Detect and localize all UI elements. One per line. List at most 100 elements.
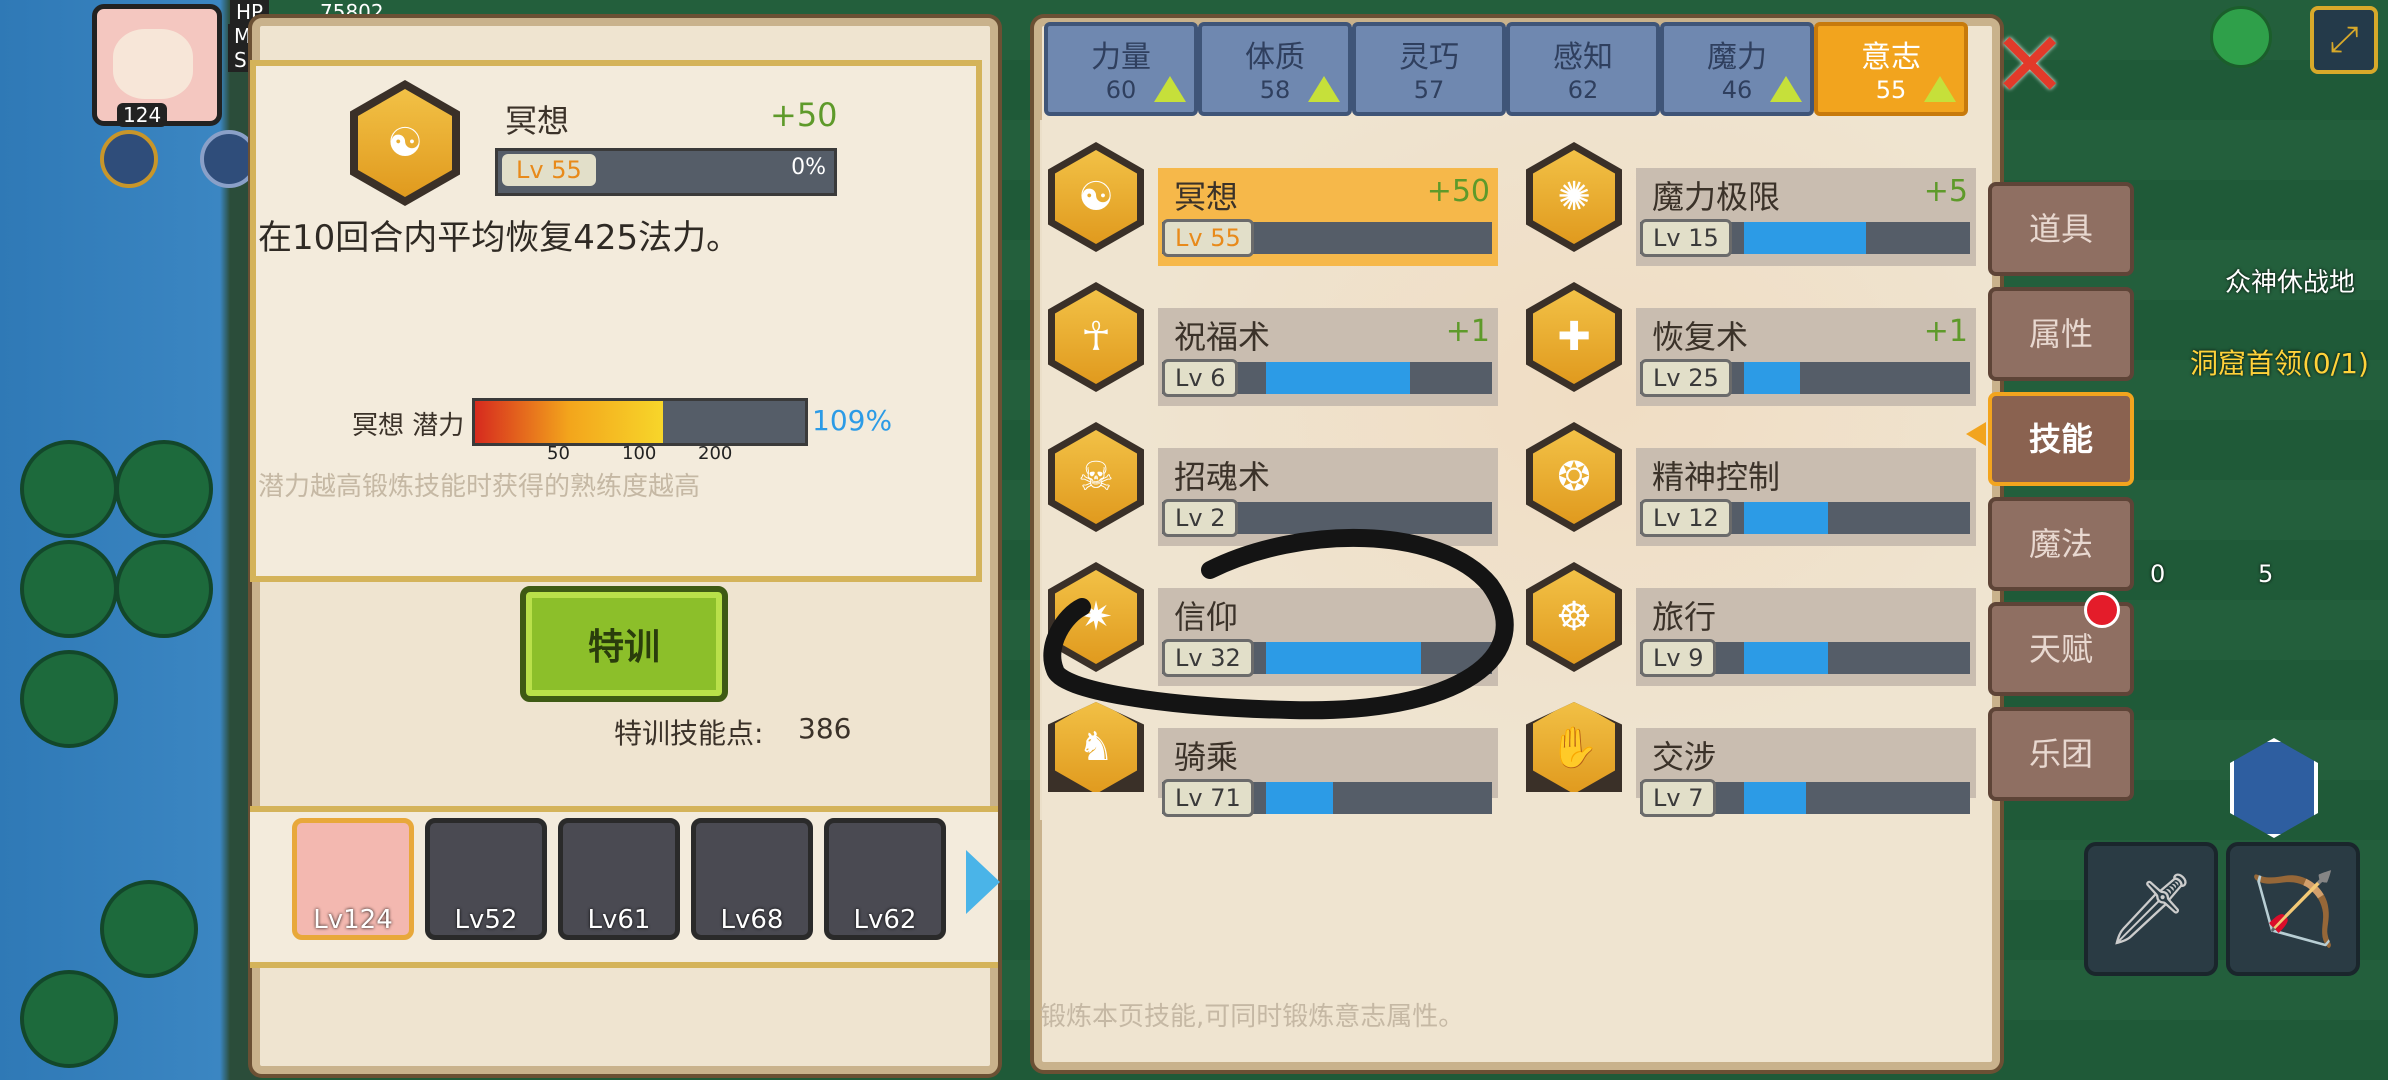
train-points-value: 386	[798, 712, 852, 745]
bow-icon[interactable]: 🏹	[2226, 842, 2360, 976]
character-level: Lv52	[454, 905, 518, 935]
footer-hint: 锻炼本页技能,可同时锻炼意志属性。	[1040, 1002, 1465, 1032]
hand-drawn-circle	[1043, 528, 1514, 720]
attr-tab-3[interactable]: 感知 62	[1506, 22, 1660, 116]
character-portrait[interactable]: Lv52	[425, 818, 547, 940]
skill-progress-bar: Lv 7	[1640, 779, 1970, 817]
tree	[20, 970, 118, 1068]
skill-row-1[interactable]: 魔力极限 +5 Lv 15	[1636, 168, 1976, 266]
detail-progress-bar: Lv 55 0%	[495, 148, 837, 196]
close-icon[interactable]: ✕	[1992, 21, 2067, 111]
detail-level: Lv 55	[502, 154, 596, 186]
skill-progress-fill	[1744, 222, 1866, 254]
skill-row-3[interactable]: 恢复术 +1 Lv 25	[1636, 308, 1976, 406]
train-points-label: 特训技能点:	[614, 717, 764, 750]
side-tab-0[interactable]: 道具	[1988, 182, 2134, 276]
skill-name: 魔力极限	[1652, 178, 1781, 216]
skill-name: 冥想	[1174, 178, 1239, 216]
potential-hint: 潜力越高锻炼技能时获得的熟练度越高	[258, 472, 701, 502]
notification-dot	[2084, 592, 2120, 628]
tree	[115, 440, 213, 538]
detail-bonus: +50	[770, 96, 838, 134]
skill-name: 骑乘	[1174, 738, 1239, 776]
globe-icon[interactable]	[2210, 6, 2272, 68]
quest-location: 众神休战地	[2225, 268, 2356, 298]
attr-tab-label: 意志	[1861, 40, 1921, 75]
skill-name: 恢复术	[1652, 318, 1749, 356]
tree	[20, 440, 118, 538]
side-tab-2[interactable]: 技能	[1988, 392, 2134, 486]
next-arrow-icon[interactable]	[966, 850, 1000, 914]
heal-icon-glyph: ✚	[1533, 290, 1615, 384]
attr-tab-0[interactable]: 力量 60	[1044, 22, 1198, 116]
tree	[20, 650, 118, 748]
detail-description: 在10回合内平均恢复425法力。	[258, 218, 741, 258]
skill-progress-bar: Lv 9	[1640, 639, 1970, 677]
attr-tab-label: 灵巧	[1399, 40, 1459, 75]
bless-icon-glyph: ☥	[1055, 290, 1137, 384]
attr-tab-label: 魔力	[1707, 40, 1767, 75]
train-button[interactable]: 特训	[520, 586, 728, 702]
skill-progress-bar: Lv 25	[1640, 359, 1970, 397]
skill-progress-bar: Lv 12	[1640, 499, 1970, 537]
skill-progress-fill	[1266, 362, 1410, 394]
attr-tab-label: 体质	[1245, 40, 1305, 75]
train-button-label: 特训	[587, 627, 660, 668]
skill-row-7[interactable]: 旅行 Lv 9	[1636, 588, 1976, 686]
potential-tick: 50	[547, 443, 570, 464]
potential-tick: 200	[698, 443, 733, 464]
skill-progress-fill	[1266, 782, 1333, 814]
character-portrait[interactable]: Lv62	[824, 818, 946, 940]
detail-progress-text: 0%	[791, 155, 826, 180]
side-tab-1[interactable]: 属性	[1988, 287, 2134, 381]
attr-tab-value: 62	[1567, 76, 1599, 104]
skill-progress-fill	[1744, 642, 1828, 674]
skill-bonus: +50	[1426, 174, 1490, 209]
map-count: 0	[2150, 560, 2166, 588]
skill-row-8[interactable]: 骑乘 Lv 71	[1158, 728, 1498, 817]
skill-row-2[interactable]: 祝福术 +1 Lv 6	[1158, 308, 1498, 406]
quest-objective: 洞窟首领(0/1)	[2190, 347, 2369, 380]
attr-tab-1[interactable]: 体质 58	[1198, 22, 1352, 116]
sword-icon[interactable]: 🗡	[2084, 842, 2218, 976]
skill-name: 交涉	[1652, 738, 1717, 776]
player-avatar[interactable]: 124	[92, 4, 222, 127]
skill-progress-bar: Lv 15	[1640, 219, 1970, 257]
attr-tab-value: 57	[1413, 76, 1445, 104]
potential-tick: 100	[622, 443, 657, 464]
skill-bonus: +1	[1923, 314, 1968, 349]
skill-level: Lv 12	[1640, 499, 1732, 537]
potential-bar	[472, 398, 808, 446]
wheel-icon-glyph: ☸	[1533, 570, 1615, 664]
attr-tab-label: 力量	[1091, 40, 1151, 75]
skill-level: Lv 15	[1640, 219, 1732, 257]
skill-row-0[interactable]: 冥想 +50 Lv 55	[1158, 168, 1498, 266]
potential-label: 冥想 潜力	[352, 411, 465, 441]
character-portrait[interactable]: Lv124	[292, 818, 414, 940]
level-up-arrow-icon	[1154, 76, 1186, 102]
skill-level: Lv 71	[1162, 779, 1254, 817]
expand-icon[interactable]: ⤢	[2310, 6, 2378, 74]
character-level: Lv61	[587, 905, 651, 935]
attr-tab-5[interactable]: 意志 55	[1814, 22, 1968, 116]
side-tab-3[interactable]: 魔法	[1988, 497, 2134, 591]
skill-progress-bar: Lv 6	[1162, 359, 1492, 397]
character-level: Lv124	[313, 905, 393, 935]
side-tab-5[interactable]: 乐团	[1988, 707, 2134, 801]
character-portrait[interactable]: Lv61	[558, 818, 680, 940]
attr-tab-2[interactable]: 灵巧 57	[1352, 22, 1506, 116]
character-portrait[interactable]: Lv68	[691, 818, 813, 940]
meditate-icon-glyph: ☯	[1055, 150, 1137, 244]
map-count: 5	[2258, 560, 2274, 588]
level-up-arrow-icon	[1770, 76, 1802, 102]
attr-tab-4[interactable]: 魔力 46	[1660, 22, 1814, 116]
skill-row-5[interactable]: 精神控制 Lv 12	[1636, 448, 1976, 546]
skill-name: 祝福术	[1174, 318, 1271, 356]
skill-progress-fill	[1744, 362, 1800, 394]
skill-row-9[interactable]: 交涉 Lv 7	[1636, 728, 1976, 817]
skill-level: Lv 55	[1162, 219, 1254, 257]
character-level: Lv62	[853, 905, 917, 935]
skill-progress-bar: Lv 71	[1162, 779, 1492, 817]
tree	[100, 880, 198, 978]
buff-icon[interactable]	[100, 130, 158, 188]
